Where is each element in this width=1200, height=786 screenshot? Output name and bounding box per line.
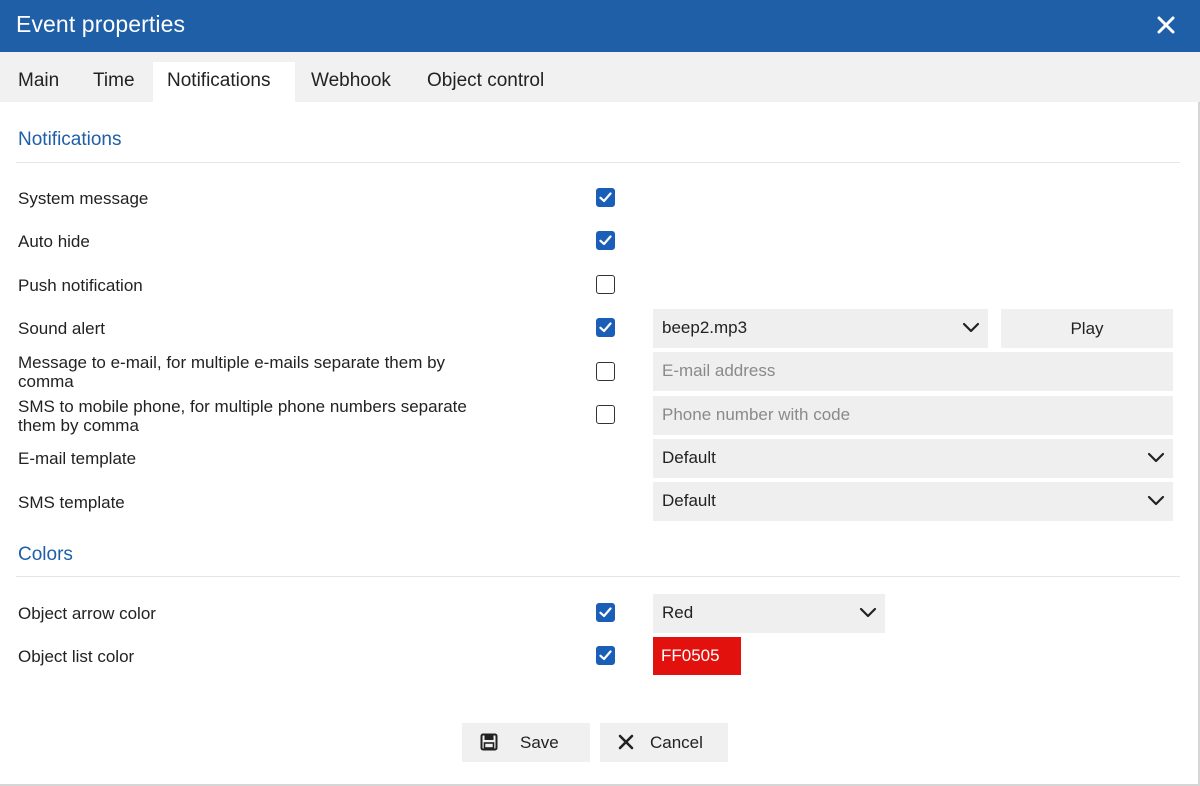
save-button[interactable]: Save xyxy=(462,723,590,762)
auto-hide-label: Auto hide xyxy=(18,232,90,251)
save-label: Save xyxy=(520,733,559,752)
phone-field[interactable]: Phone number with code xyxy=(653,396,1173,435)
email-label-line1: Message to e-mail, for multiple e-mails … xyxy=(18,353,446,372)
phone-placeholder: Phone number with code xyxy=(662,405,851,424)
object-arrow-color-value: Red xyxy=(662,603,694,622)
sound-alert-checkbox[interactable] xyxy=(596,318,615,337)
title-bar: Event properties xyxy=(0,0,1200,52)
sound-select[interactable]: beep2.mp3 xyxy=(653,309,988,348)
section-divider xyxy=(16,576,1180,577)
object-arrow-color-select[interactable]: Red xyxy=(653,594,885,633)
tab-object-control[interactable]: Object control xyxy=(413,62,558,102)
sound-alert-label: Sound alert xyxy=(18,319,105,338)
sms-checkbox[interactable] xyxy=(596,405,615,424)
push-notification-label: Push notification xyxy=(18,276,143,295)
tab-main[interactable]: Main xyxy=(4,62,73,102)
object-list-color-label: Object list color xyxy=(18,647,135,666)
sms-template-label: SMS template xyxy=(18,493,125,512)
email-checkbox[interactable] xyxy=(596,362,615,381)
tab-bar: Main Time Notifications Webhook Object c… xyxy=(0,52,1200,102)
checkmark-icon xyxy=(599,235,612,246)
save-icon xyxy=(480,733,498,751)
object-list-color-checkbox[interactable] xyxy=(596,646,615,665)
colors-section-title: Colors xyxy=(18,544,73,565)
section-divider xyxy=(16,162,1180,163)
event-properties-dialog: Event properties Main Time Notifications… xyxy=(0,0,1200,786)
auto-hide-checkbox[interactable] xyxy=(596,231,615,250)
cancel-label: Cancel xyxy=(650,733,703,752)
play-button[interactable]: Play xyxy=(1001,309,1173,348)
notifications-section-title: Notifications xyxy=(18,129,122,150)
system-message-checkbox[interactable] xyxy=(596,188,615,207)
object-arrow-color-label: Object arrow color xyxy=(18,604,156,623)
chevron-down-icon xyxy=(859,607,877,618)
tab-webhook[interactable]: Webhook xyxy=(297,62,405,102)
cancel-button[interactable]: Cancel xyxy=(600,723,728,762)
sms-template-select[interactable]: Default xyxy=(653,482,1173,521)
sms-label-line2: them by comma xyxy=(18,416,139,435)
tab-time[interactable]: Time xyxy=(79,62,149,102)
system-message-label: System message xyxy=(18,189,149,208)
checkmark-icon xyxy=(599,607,612,618)
email-field[interactable]: E-mail address xyxy=(653,352,1173,391)
close-icon[interactable] xyxy=(1154,13,1178,37)
cancel-icon xyxy=(618,734,634,750)
checkmark-icon xyxy=(599,650,612,661)
chevron-down-icon xyxy=(1147,452,1165,463)
object-arrow-color-checkbox[interactable] xyxy=(596,603,615,622)
tab-notifications[interactable]: Notifications xyxy=(153,62,295,102)
email-template-value: Default xyxy=(662,448,716,467)
sms-template-value: Default xyxy=(662,491,716,510)
chevron-down-icon xyxy=(962,322,980,333)
email-template-label: E-mail template xyxy=(18,449,137,468)
push-notification-checkbox[interactable] xyxy=(596,275,615,294)
email-label-line2: comma xyxy=(18,372,74,391)
sound-select-value: beep2.mp3 xyxy=(662,318,748,337)
sms-label-line1: SMS to mobile phone, for multiple phone … xyxy=(18,397,467,416)
email-placeholder: E-mail address xyxy=(662,361,776,380)
object-list-color-swatch[interactable]: FF0505 xyxy=(653,637,741,675)
dialog-title: Event properties xyxy=(16,11,186,37)
checkmark-icon xyxy=(599,322,612,333)
chevron-down-icon xyxy=(1147,495,1165,506)
checkmark-icon xyxy=(599,192,612,203)
email-template-select[interactable]: Default xyxy=(653,439,1173,478)
